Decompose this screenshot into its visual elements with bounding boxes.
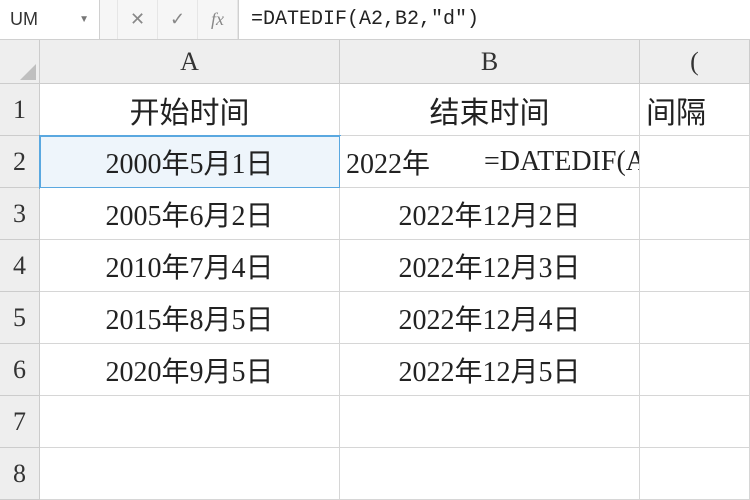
row-header-7[interactable]: 7 — [0, 396, 40, 448]
col-header-A[interactable]: A — [40, 40, 340, 84]
name-box-value: UM — [10, 9, 38, 30]
col-label: ( — [690, 47, 699, 77]
cancel-formula-button[interactable]: ✕ — [118, 0, 158, 39]
row-label: 4 — [13, 251, 26, 281]
cell-value: 2000年5月1日 — [105, 142, 273, 182]
row-label: 7 — [13, 407, 26, 437]
cell-C3[interactable] — [640, 188, 750, 240]
row-label: 3 — [13, 199, 26, 229]
cell-value: 2022年12月5日 — [398, 350, 580, 390]
cell-A3[interactable]: 2005年6月2日 — [40, 188, 340, 240]
cell-C4[interactable] — [640, 240, 750, 292]
cell-value: 间隔 — [646, 88, 706, 132]
cell-value: 2020年9月5日 — [105, 350, 273, 390]
cell-C5[interactable] — [640, 292, 750, 344]
cell-A4[interactable]: 2010年7月4日 — [40, 240, 340, 292]
row-header-8[interactable]: 8 — [0, 448, 40, 500]
table-row: 8 — [0, 448, 750, 500]
table-row: 1 开始时间 结束时间 间隔 — [0, 84, 750, 136]
excel-window: UM ▼ ✕ ✓ fx =DATEDIF(A2,B2,"d") A B ( 1 … — [0, 0, 750, 500]
cell-C7[interactable] — [640, 396, 750, 448]
name-box-dropdown-icon[interactable]: ▼ — [79, 14, 89, 25]
cell-value: 2005年6月2日 — [105, 194, 273, 234]
table-row: 5 2015年8月5日 2022年12月4日 — [0, 292, 750, 344]
cell-A7[interactable] — [40, 396, 340, 448]
formula-spill-text: =DATEDIF(A — [480, 136, 640, 187]
cell-value: 2010年7月4日 — [105, 246, 273, 286]
formula-input[interactable]: =DATEDIF(A2,B2,"d") — [238, 0, 750, 39]
table-row: 6 2020年9月5日 2022年12月5日 — [0, 344, 750, 396]
row-label: 1 — [13, 95, 26, 125]
cell-B4[interactable]: 2022年12月3日 — [340, 240, 640, 292]
cell-value: 2022年 — [346, 142, 430, 182]
cell-C1[interactable]: 间隔 — [640, 84, 750, 136]
spreadsheet-grid: A B ( 1 开始时间 结束时间 间隔 2 2000年5月1日 2022年 =… — [0, 40, 750, 500]
col-label: B — [481, 47, 498, 77]
table-row: 4 2010年7月4日 2022年12月3日 — [0, 240, 750, 292]
cell-B6[interactable]: 2022年12月5日 — [340, 344, 640, 396]
cell-value: 2015年8月5日 — [105, 298, 273, 338]
cell-B1[interactable]: 结束时间 — [340, 84, 640, 136]
insert-function-button[interactable]: fx — [198, 0, 238, 39]
formula-bar-gap — [100, 0, 118, 39]
cell-A6[interactable]: 2020年9月5日 — [40, 344, 340, 396]
table-row: 3 2005年6月2日 2022年12月2日 — [0, 188, 750, 240]
col-header-B[interactable]: B — [340, 40, 640, 84]
row-header-1[interactable]: 1 — [0, 84, 40, 136]
row-header-4[interactable]: 4 — [0, 240, 40, 292]
cell-B3[interactable]: 2022年12月2日 — [340, 188, 640, 240]
cell-A8[interactable] — [40, 448, 340, 500]
cell-value: 结束时间 — [430, 88, 550, 132]
row-header-6[interactable]: 6 — [0, 344, 40, 396]
row-header-3[interactable]: 3 — [0, 188, 40, 240]
row-label: 2 — [13, 147, 26, 177]
cell-B5[interactable]: 2022年12月4日 — [340, 292, 640, 344]
col-header-C[interactable]: ( — [640, 40, 750, 84]
row-header-5[interactable]: 5 — [0, 292, 40, 344]
col-label: A — [180, 47, 199, 77]
name-box[interactable]: UM ▼ — [0, 0, 100, 39]
row-label: 5 — [13, 303, 26, 333]
cell-C8[interactable] — [640, 448, 750, 500]
fx-icon: fx — [211, 9, 224, 30]
cell-A1[interactable]: 开始时间 — [40, 84, 340, 136]
table-row: 2 2000年5月1日 2022年 =DATEDIF(A — [0, 136, 750, 188]
cell-B2[interactable]: 2022年 =DATEDIF(A — [340, 136, 640, 188]
formula-bar: UM ▼ ✕ ✓ fx =DATEDIF(A2,B2,"d") — [0, 0, 750, 40]
cell-value: 2022年12月4日 — [398, 298, 580, 338]
cell-C6[interactable] — [640, 344, 750, 396]
cancel-icon: ✕ — [130, 9, 145, 30]
row-label: 6 — [13, 355, 26, 385]
column-headers: A B ( — [0, 40, 750, 84]
row-label: 8 — [13, 459, 26, 489]
cell-C2[interactable] — [640, 136, 750, 188]
formula-text: =DATEDIF(A2,B2,"d") — [251, 8, 479, 31]
table-row: 7 — [0, 396, 750, 448]
select-all-corner[interactable] — [0, 40, 40, 84]
check-icon: ✓ — [170, 9, 185, 30]
cell-A5[interactable]: 2015年8月5日 — [40, 292, 340, 344]
row-header-2[interactable]: 2 — [0, 136, 40, 188]
cell-value: 2022年12月3日 — [398, 246, 580, 286]
cell-A2[interactable]: 2000年5月1日 — [40, 136, 340, 188]
cell-B8[interactable] — [340, 448, 640, 500]
cell-value: 2022年12月2日 — [398, 194, 580, 234]
cell-value: 开始时间 — [130, 88, 250, 132]
enter-formula-button[interactable]: ✓ — [158, 0, 198, 39]
cell-B7[interactable] — [340, 396, 640, 448]
